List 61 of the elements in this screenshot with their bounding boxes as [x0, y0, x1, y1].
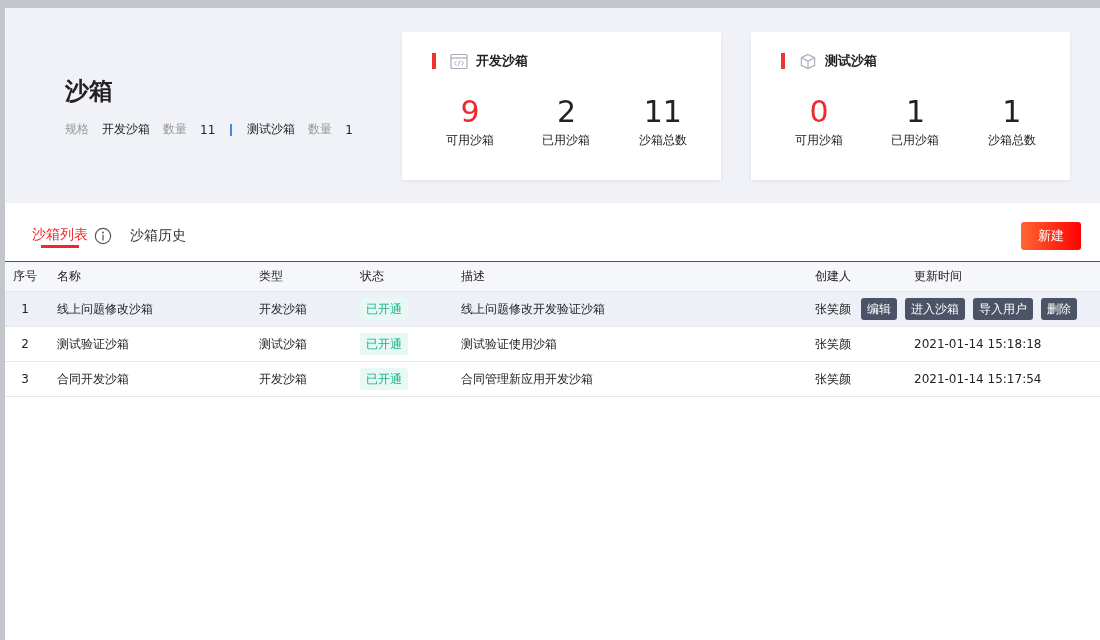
column-header: 描述 — [461, 268, 486, 285]
table-cell: 1 — [21, 302, 29, 316]
stat-label: 可用沙箱 — [446, 132, 495, 149]
stat-value: 0 — [809, 94, 829, 130]
table-cell: 测试验证沙箱 — [57, 335, 129, 353]
stat-value: 1 — [905, 94, 925, 130]
spec-name: 测试沙箱 — [247, 121, 296, 138]
table-cell: 测试沙箱 — [259, 335, 307, 353]
page-title: 沙箱 — [65, 76, 114, 107]
count-label: 数量 — [308, 121, 333, 138]
cube-icon — [799, 52, 817, 70]
action-button[interactable]: 进入沙箱 — [905, 298, 965, 320]
table-cell: 合同开发沙箱 — [57, 370, 129, 388]
stat-label: 已用沙箱 — [542, 132, 591, 149]
action-button[interactable]: 删除 — [1041, 298, 1077, 320]
column-header: 状态 — [360, 268, 385, 285]
column-header: 创建人 — [815, 268, 852, 285]
new-button[interactable]: 新建 — [1021, 222, 1081, 250]
status-tag: 已开通 — [360, 332, 408, 355]
table-cell: 开发沙箱 — [259, 370, 307, 388]
info-icon[interactable] — [94, 227, 112, 245]
table-cell: 测试验证使用沙箱 — [461, 335, 557, 353]
spec-label: 规格 — [65, 121, 89, 138]
stat-label: 沙箱总数 — [987, 132, 1036, 149]
card-title: 开发沙箱 — [475, 52, 528, 70]
table-cell: 2021-01-14 15:17:54 — [914, 372, 1042, 386]
table-cell: 张笑颜 — [815, 335, 851, 353]
action-button[interactable]: 导入用户 — [973, 298, 1033, 320]
stat-value: 2 — [556, 94, 576, 130]
stat-value: 1 — [1002, 94, 1022, 130]
table-cell: 2021-01-14 15:18:18 — [914, 337, 1042, 351]
action-button[interactable]: 编辑 — [861, 298, 897, 320]
stat-label: 已用沙箱 — [891, 132, 940, 149]
column-header: 更新时间 — [914, 268, 963, 285]
stat-label: 可用沙箱 — [795, 132, 844, 149]
column-header: 序号 — [12, 268, 38, 285]
table-row[interactable]: 1 线上问题修改沙箱 开发沙箱 已开通 线上问题修改开发验证沙箱 张笑颜 编辑 进入沙箱 导入用户 删除 — [5, 292, 1100, 327]
table-cell: 开发沙箱 — [259, 300, 307, 318]
table-cell: 张笑颜 — [815, 300, 851, 318]
count-value: 1 — [345, 122, 353, 137]
table-row[interactable]: 2 测试验证沙箱 测试沙箱 已开通 测试验证使用沙箱 张笑颜 2021-01-14 15:18:18 — [5, 327, 1100, 362]
card-title: 测试沙箱 — [825, 52, 877, 70]
column-header: 类型 — [259, 268, 284, 285]
table-cell: 线上问题修改开发验证沙箱 — [461, 300, 605, 318]
table-row[interactable]: 3 合同开发沙箱 开发沙箱 已开通 合同管理新应用开发沙箱 张笑颜 2021-01-14 15:17:54 — [5, 362, 1100, 397]
spec-name: 开发沙箱 — [102, 121, 150, 138]
table-cell: 合同管理新应用开发沙箱 — [461, 370, 593, 388]
column-header: 名称 — [57, 268, 82, 285]
table-cell: 张笑颜 — [815, 370, 851, 388]
table-cell: 2 — [21, 337, 29, 351]
table-cell: 线上问题修改沙箱 — [57, 300, 153, 318]
count-label: 数量 — [163, 121, 187, 138]
stat-label: 沙箱总数 — [638, 132, 687, 149]
stat-value: 11 — [643, 94, 682, 130]
code-window-icon — [449, 52, 468, 70]
status-tag: 已开通 — [360, 297, 408, 320]
status-tag: 已开通 — [360, 367, 408, 390]
stat-value: 9 — [460, 94, 480, 130]
count-value: 11 — [200, 122, 216, 137]
tab[interactable]: 沙箱历史 — [130, 221, 186, 251]
table-cell: 3 — [21, 372, 29, 386]
